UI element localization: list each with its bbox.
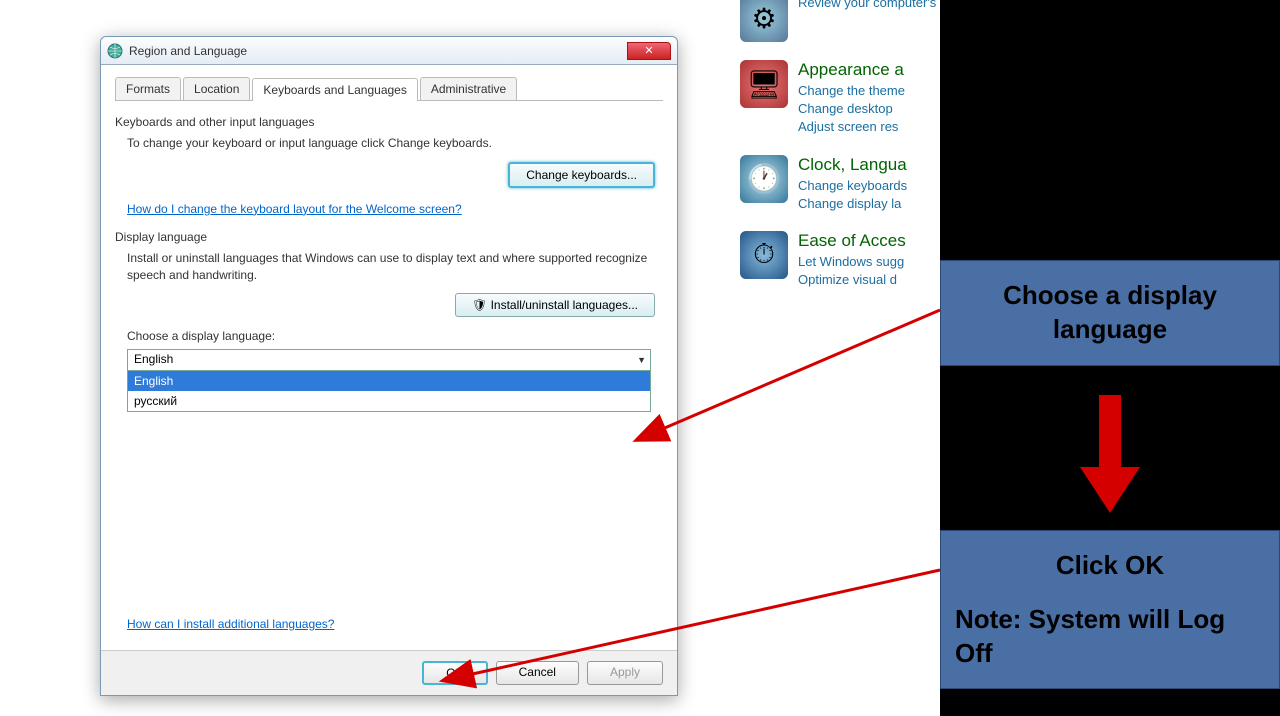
change-keyboards-button[interactable]: Change keyboards...	[508, 162, 655, 188]
shield-icon: 🛡	[472, 298, 487, 312]
cp-link[interactable]: Change the theme	[798, 82, 905, 100]
ok-button[interactable]: OK	[422, 661, 487, 685]
section-display-label: Display language	[115, 230, 663, 244]
apply-button[interactable]: Apply	[587, 661, 663, 685]
globe-icon	[107, 43, 123, 59]
instruction-text-1: Choose a display language	[955, 279, 1265, 347]
install-additional-link[interactable]: How can I install additional languages?	[127, 617, 334, 631]
appearance-icon: 🖥	[740, 60, 788, 108]
tab-administrative[interactable]: Administrative	[420, 77, 517, 100]
instruction-box-1: Choose a display language	[940, 260, 1280, 366]
clock-icon: 🕐	[740, 155, 788, 203]
tab-location[interactable]: Location	[183, 77, 250, 100]
chevron-down-icon: ▼	[637, 355, 646, 365]
tabs: Formats Location Keyboards and Languages…	[115, 77, 663, 101]
dialog-title: Region and Language	[129, 44, 627, 58]
instruction-box-2: Click OK Note: System will Log Off	[940, 530, 1280, 689]
cp-link[interactable]: Optimize visual d	[798, 271, 906, 289]
cp-title[interactable]: Appearance a	[798, 60, 905, 80]
close-button[interactable]: ✕	[627, 42, 671, 60]
cp-link[interactable]: Adjust screen res	[798, 118, 905, 136]
keyboard-layout-help-link[interactable]: How do I change the keyboard layout for …	[127, 202, 462, 216]
display-language-dropdown[interactable]: English ▼ English русский	[127, 349, 651, 412]
ease-icon: ⏱	[740, 231, 788, 279]
titlebar[interactable]: Region and Language ✕	[101, 37, 677, 65]
dropdown-option-russian[interactable]: русский	[128, 391, 650, 411]
section-keyboards-label: Keyboards and other input languages	[115, 115, 663, 129]
dropdown-value: English	[134, 352, 173, 366]
cp-link[interactable]: Change keyboards	[798, 177, 907, 195]
instruction-text-2b: Note: System will Log Off	[955, 603, 1265, 671]
region-language-dialog: Region and Language ✕ Formats Location K…	[100, 36, 678, 696]
tab-formats[interactable]: Formats	[115, 77, 181, 100]
dropdown-label: Choose a display language:	[127, 329, 663, 343]
cp-link[interactable]: Change display la	[798, 195, 907, 213]
cp-link[interactable]: Change desktop	[798, 100, 905, 118]
instruction-overlay: Choose a display language Click OK Note:…	[940, 0, 1280, 716]
section-keyboards-desc: To change your keyboard or input languag…	[127, 135, 663, 152]
cp-title[interactable]: Clock, Langua	[798, 155, 907, 175]
cp-link[interactable]: Let Windows sugg	[798, 253, 906, 271]
section-display-desc: Install or uninstall languages that Wind…	[127, 250, 663, 284]
dialog-footer: OK Cancel Apply	[101, 650, 677, 695]
system-icon: ⚙	[740, 0, 788, 42]
cp-title[interactable]: Ease of Acces	[798, 231, 906, 251]
arrow-down-icon	[1075, 395, 1145, 515]
cancel-button[interactable]: Cancel	[496, 661, 579, 685]
tab-keyboards-languages[interactable]: Keyboards and Languages	[252, 78, 417, 101]
install-languages-button[interactable]: 🛡 Install/uninstall languages...	[455, 293, 655, 317]
instruction-text-2a: Click OK	[955, 549, 1265, 583]
dropdown-option-english[interactable]: English	[128, 371, 650, 391]
dropdown-list: English русский	[127, 371, 651, 412]
